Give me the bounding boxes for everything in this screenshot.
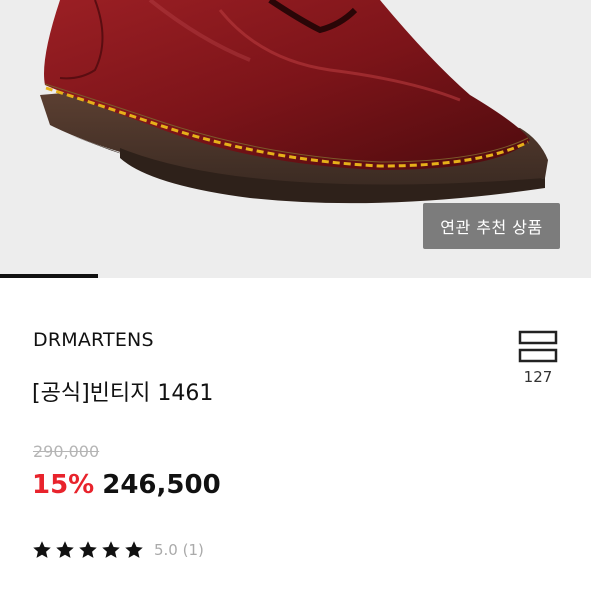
save-count: 127 [523, 368, 553, 386]
price-row: 15% 246,500 [32, 470, 221, 500]
carousel-progress-bar [0, 274, 591, 278]
discount-rate: 15% [32, 470, 95, 500]
star-rating [32, 540, 144, 560]
rating-text: 5.0 (1) [154, 541, 204, 559]
star-icon [125, 541, 143, 558]
product-image-carousel[interactable]: 연관 추천 상품 [0, 0, 591, 278]
rating-summary[interactable]: 5.0 (1) [32, 540, 204, 560]
product-title: [공식]빈티지 1461 [32, 381, 214, 406]
star-icon [56, 541, 74, 558]
star-icon [102, 541, 120, 558]
star-icon [79, 541, 97, 558]
carousel-progress-fill [0, 274, 99, 278]
original-price: 290,000 [33, 442, 100, 461]
save-button[interactable]: 127 [510, 330, 566, 386]
sale-price: 246,500 [102, 470, 221, 500]
bookmark-list-icon [518, 330, 558, 363]
brand-name[interactable]: DRMARTENS [33, 329, 154, 351]
star-icon [33, 541, 51, 558]
related-recommendations-button[interactable]: 연관 추천 상품 [423, 203, 560, 249]
